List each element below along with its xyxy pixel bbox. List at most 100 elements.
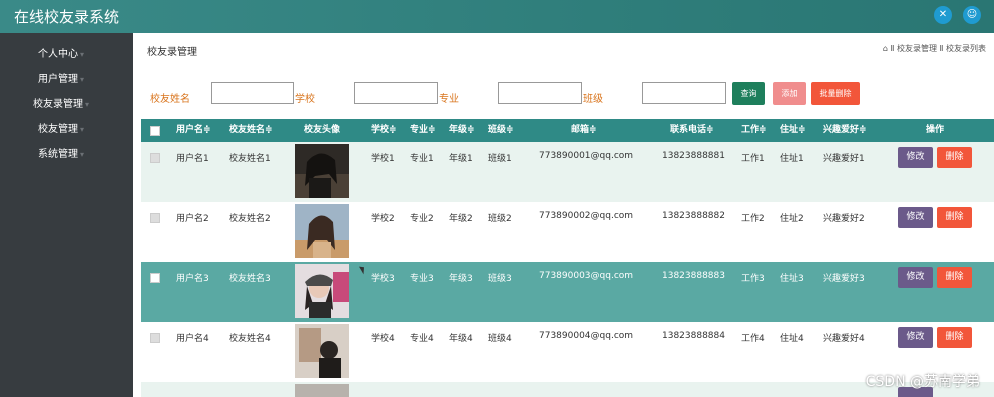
- breadcrumb-separator: Ⅱ: [890, 44, 895, 53]
- delete-button[interactable]: 删除: [937, 207, 972, 228]
- avatar: [295, 384, 349, 397]
- cell-hobby: 兴趣爱好2: [823, 214, 865, 224]
- sidebar-item-label: 校友录管理: [33, 99, 83, 110]
- cell-school: 学校2: [371, 214, 395, 224]
- sidebar-item-label: 个人中心: [38, 49, 78, 60]
- table-header: 用户名≑ 校友姓名≑ 校友头像 学校≑ 专业≑ 年级≑ 班级≑ 邮箱≑ 联系电话…: [141, 119, 994, 142]
- school-input[interactable]: [354, 82, 438, 104]
- column-header-major[interactable]: 专业≑: [410, 119, 436, 142]
- cell-grade: 年级4: [449, 334, 473, 344]
- cell-alumni-name: 校友姓名3: [229, 274, 271, 284]
- major-label: 专业: [439, 94, 459, 105]
- main-content: 校友录管理 ⌂ Ⅱ 校友录管理 Ⅱ 校友录列表 校友姓名 学校 专业 班级 查询…: [133, 33, 994, 397]
- edit-button[interactable]: 修改: [898, 327, 933, 348]
- column-header-email[interactable]: 邮箱≑: [571, 119, 597, 142]
- edit-button[interactable]: 修改: [898, 267, 933, 288]
- table-row: 用户名3 校友姓名3 学校3 专业3 年级3 班级3 773890003@qq.…: [141, 262, 994, 322]
- edit-button[interactable]: 修改: [898, 147, 933, 168]
- expand-icon[interactable]: ✕: [934, 6, 952, 24]
- delete-button[interactable]: 删除: [937, 267, 972, 288]
- row-checkbox[interactable]: [150, 273, 160, 283]
- alumni-name-input[interactable]: [211, 82, 294, 104]
- cell-major: 专业4: [410, 334, 434, 344]
- avatar: [295, 204, 349, 258]
- chevron-down-icon: ▾: [80, 75, 85, 84]
- sidebar-item-system-management[interactable]: 系统管理 ▾: [0, 144, 133, 166]
- table-row: 用户名1 校友姓名1 学校1 专业1 年级1 班级1 773890001@qq.…: [141, 142, 994, 202]
- cell-class: 班级3: [488, 274, 512, 284]
- avatar: [295, 264, 349, 318]
- column-header-job[interactable]: 工作≑: [741, 119, 767, 142]
- school-label: 学校: [295, 94, 315, 105]
- user-icon[interactable]: ☺: [963, 6, 981, 24]
- cell-major: 专业3: [410, 274, 434, 284]
- add-button[interactable]: 添加: [773, 82, 806, 105]
- cell-phone: 13823888882: [662, 211, 725, 221]
- column-header-hobby[interactable]: 兴趣爱好≑: [823, 119, 867, 142]
- major-input[interactable]: [498, 82, 582, 104]
- cell-job: 工作4: [741, 334, 765, 344]
- column-header-actions: 操作: [926, 125, 945, 135]
- column-header-grade[interactable]: 年级≑: [449, 119, 475, 142]
- cell-class: 班级2: [488, 214, 512, 224]
- delete-button[interactable]: 删除: [937, 147, 972, 168]
- cell-username: 用户名1: [176, 154, 209, 164]
- query-button[interactable]: 查询: [732, 82, 765, 105]
- cell-major: 专业1: [410, 154, 434, 164]
- cell-grade: 年级2: [449, 214, 473, 224]
- cell-address: 住址4: [780, 334, 804, 344]
- chevron-down-icon: ▾: [80, 150, 85, 159]
- row-checkbox[interactable]: [150, 153, 160, 163]
- cell-grade: 年级3: [449, 274, 473, 284]
- row-checkbox[interactable]: [150, 213, 160, 223]
- row-checkbox[interactable]: [150, 333, 160, 343]
- batch-delete-button[interactable]: 批量删除: [811, 82, 860, 105]
- page-title: 校友录管理: [147, 47, 197, 58]
- chevron-down-icon: ▾: [80, 50, 85, 59]
- cell-class: 班级4: [488, 334, 512, 344]
- column-header-address[interactable]: 住址≑: [780, 119, 806, 142]
- edit-button[interactable]: 修改: [898, 207, 933, 228]
- cell-school: 学校4: [371, 334, 395, 344]
- cell-hobby: 兴趣爱好3: [823, 274, 865, 284]
- home-icon[interactable]: ⌂: [883, 44, 888, 53]
- chevron-down-icon: ▾: [85, 100, 90, 109]
- breadcrumb-item: 校友录列表: [946, 44, 986, 53]
- sidebar-item-label: 用户管理: [38, 74, 78, 85]
- cell-alumni-name: 校友姓名1: [229, 154, 271, 164]
- breadcrumb-item[interactable]: 校友录管理: [897, 44, 937, 53]
- column-header-phone[interactable]: 联系电话≑: [670, 119, 714, 142]
- sidebar: 个人中心 ▾ 用户管理 ▾ 校友录管理 ▾ 校友管理 ▾ 系统管理 ▾: [0, 33, 133, 397]
- cell-class: 班级1: [488, 154, 512, 164]
- cell-phone: 13823888881: [662, 151, 725, 161]
- cell-phone: 13823888883: [662, 271, 725, 281]
- table-row: 用户名2 校友姓名2 学校2 专业2 年级2 班级2 773890002@qq.…: [141, 202, 994, 262]
- cell-address: 住址3: [780, 274, 804, 284]
- sidebar-item-alumni-management[interactable]: 校友管理 ▾: [0, 119, 133, 141]
- sidebar-item-alumni-record-management[interactable]: 校友录管理 ▾: [0, 94, 133, 116]
- sidebar-item-user-management[interactable]: 用户管理 ▾: [0, 69, 133, 91]
- cell-hobby: 兴趣爱好4: [823, 334, 865, 344]
- breadcrumb-separator: Ⅱ: [939, 44, 944, 53]
- cell-address: 住址1: [780, 154, 804, 164]
- top-header: 在线校友录系统 ✕ ☺: [0, 0, 994, 33]
- column-header-alumni-name[interactable]: 校友姓名≑: [229, 119, 273, 142]
- select-all-checkbox[interactable]: [150, 126, 160, 136]
- column-header-school[interactable]: 学校≑: [371, 119, 397, 142]
- cell-username: 用户名4: [176, 334, 209, 344]
- class-input[interactable]: [642, 82, 726, 104]
- avatar: [295, 324, 349, 378]
- sidebar-item-label: 校友管理: [38, 124, 78, 135]
- column-header-class[interactable]: 班级≑: [488, 119, 514, 142]
- cell-alumni-name: 校友姓名2: [229, 214, 271, 224]
- cell-job: 工作1: [741, 154, 765, 164]
- cell-username: 用户名2: [176, 214, 209, 224]
- class-label: 班级: [583, 94, 603, 105]
- delete-button[interactable]: 删除: [937, 327, 972, 348]
- sidebar-item-personal-center[interactable]: 个人中心 ▾: [0, 44, 133, 66]
- column-header-username[interactable]: 用户名≑: [176, 119, 211, 142]
- cell-school: 学校3: [371, 274, 395, 284]
- cell-job: 工作2: [741, 214, 765, 224]
- column-header-avatar: 校友头像: [304, 125, 341, 135]
- cell-alumni-name: 校友姓名4: [229, 334, 271, 344]
